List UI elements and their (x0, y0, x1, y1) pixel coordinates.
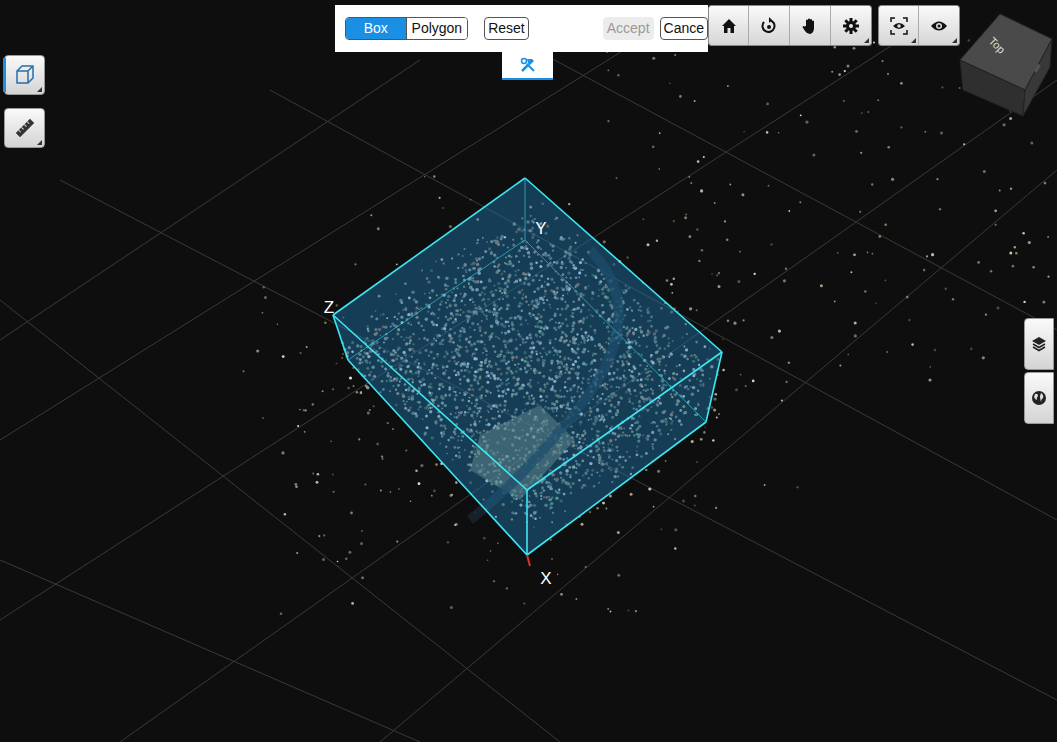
measure-tool-button[interactable] (4, 108, 45, 148)
settings-button[interactable] (831, 6, 871, 45)
dropdown-corner-icon (952, 38, 957, 43)
layers-button[interactable] (1024, 318, 1054, 370)
orbit-button[interactable] (749, 6, 790, 45)
dropdown-corner-icon (864, 38, 869, 43)
dropdown-corner-icon (911, 38, 916, 43)
selected-indicator (3, 58, 6, 92)
globe-button[interactable] (1024, 372, 1054, 424)
mode-button[interactable]: Polygon (406, 18, 468, 39)
focus-eye-icon (890, 17, 908, 35)
selection-panel: BoxPolygon Reset Accept Cance (335, 5, 708, 52)
mode-switch: BoxPolygon (345, 17, 468, 40)
left-toolbar (4, 55, 45, 148)
cube-icon (955, 12, 1055, 120)
view-toolbar (878, 5, 960, 46)
home-icon (721, 18, 737, 34)
orbit-icon (760, 17, 778, 35)
dropdown-corner-icon (37, 87, 42, 92)
viewer[interactable]: Y Z X Top (0, 0, 1057, 742)
layers-icon (1031, 336, 1047, 352)
home-button[interactable] (709, 6, 749, 45)
pan-button[interactable] (790, 6, 831, 45)
eye-icon (930, 19, 948, 33)
camera-button[interactable] (879, 6, 919, 45)
volume-tool-button[interactable] (4, 55, 45, 95)
side-panel-buttons (1024, 318, 1054, 424)
dropdown-corner-icon (37, 140, 42, 145)
point-cloud-scene[interactable]: Y Z X (0, 0, 1057, 742)
mode-button[interactable]: Box (346, 18, 406, 39)
action-button[interactable]: Cance (660, 17, 708, 40)
globe-icon (1031, 390, 1047, 406)
gear-icon (843, 18, 859, 34)
hand-icon (801, 17, 819, 35)
action-button[interactable]: Reset (484, 17, 529, 40)
tools-tab[interactable] (502, 52, 553, 80)
visibility-button[interactable] (919, 6, 959, 45)
navigation-cube[interactable]: Top (955, 12, 1055, 120)
selection-box[interactable]: Y Z X (324, 178, 722, 588)
navigation-toolbar (708, 5, 872, 46)
action-button[interactable]: Accept (603, 17, 654, 40)
tools-icon (520, 57, 536, 73)
selection-toolbar: BoxPolygon Reset Accept Cance (335, 5, 708, 80)
cube-icon (14, 64, 36, 86)
ruler-icon (14, 117, 36, 139)
axis-label: X (540, 569, 551, 588)
axis-label: Z (324, 298, 334, 317)
axis-label: Y (535, 219, 546, 238)
